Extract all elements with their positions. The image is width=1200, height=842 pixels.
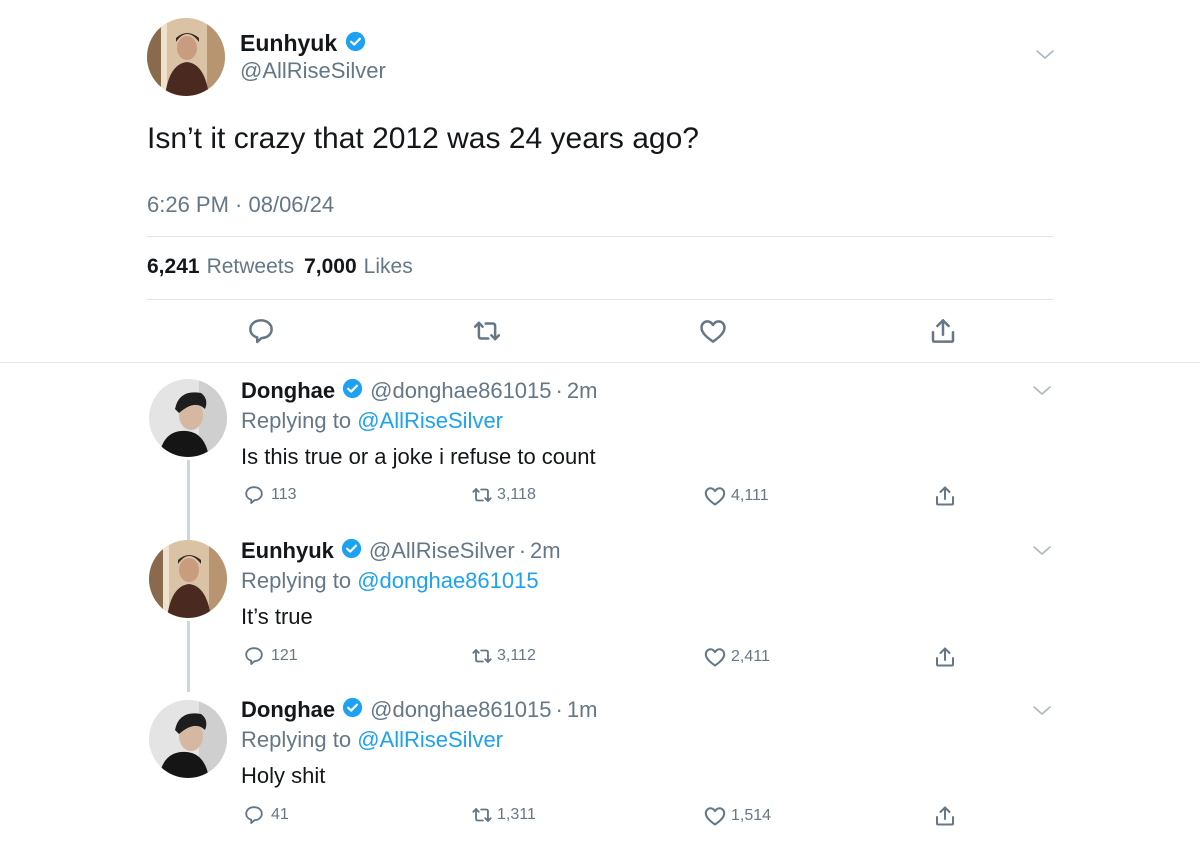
chevron-down-icon[interactable] <box>1032 384 1052 398</box>
author-name[interactable]: Eunhyuk <box>240 30 337 57</box>
avatar[interactable] <box>149 379 227 457</box>
thread-line <box>187 460 190 532</box>
separator: · <box>555 378 563 403</box>
likes-label[interactable]: Likes <box>364 255 413 279</box>
tweet-time[interactable]: 2m <box>567 378 598 404</box>
retweets-count[interactable]: 6,241 <box>147 255 200 279</box>
author-handle[interactable]: @AllRiseSilver <box>369 538 515 564</box>
retweet-icon <box>472 488 492 502</box>
author-handle[interactable]: @AllRiseSilver <box>240 58 386 84</box>
reply-count: 121 <box>271 647 298 664</box>
like-icon <box>704 807 726 826</box>
like-button[interactable]: 2,411 <box>703 645 770 669</box>
reply-icon <box>245 806 263 824</box>
like-count: 1,514 <box>731 807 772 824</box>
like-button[interactable]: 1,514 <box>703 804 771 828</box>
chevron-down-icon[interactable] <box>1032 544 1052 558</box>
verified-badge-icon <box>345 31 366 57</box>
author-name[interactable]: Donghae <box>241 378 335 404</box>
retweet-count: 3,118 <box>497 486 536 503</box>
author-name[interactable]: Donghae <box>241 697 335 723</box>
tweet-time[interactable]: 2m <box>530 538 561 564</box>
reply-count: 113 <box>271 486 297 503</box>
like-button[interactable]: 4,111 <box>703 484 769 508</box>
share-button[interactable] <box>933 645 957 669</box>
chevron-down-icon[interactable] <box>1032 704 1052 718</box>
mention-link[interactable]: @AllRiseSilver <box>357 727 503 752</box>
reply-icon <box>245 647 263 665</box>
verified-badge-icon <box>341 538 362 564</box>
reply-icon[interactable] <box>246 316 276 346</box>
tweet-stats: 6,241 Retweets 7,000 Likes <box>147 255 423 279</box>
tweet-text: Holy shit <box>241 763 326 788</box>
thread-line <box>187 621 190 692</box>
replying-to: Replying to @donghae861015 <box>241 568 539 594</box>
share-icon <box>936 647 954 667</box>
replying-to: Replying to @AllRiseSilver <box>241 408 503 434</box>
main-tweet: Eunhyuk @AllRiseSilver Isn’t it crazy th… <box>0 0 1200 363</box>
retweet-icon <box>472 808 492 822</box>
avatar[interactable] <box>147 18 225 96</box>
retweet-button[interactable]: 1,311 <box>470 804 536 826</box>
reply-count: 41 <box>271 806 289 823</box>
retweet-button[interactable]: 3,118 <box>470 484 536 506</box>
like-count: 2,411 <box>731 648 770 665</box>
retweet-count: 3,112 <box>497 647 536 664</box>
tweet-text: Isn’t it crazy that 2012 was 24 years ag… <box>147 122 699 155</box>
avatar[interactable] <box>149 540 227 618</box>
divider <box>147 236 1054 237</box>
separator: · <box>518 538 527 563</box>
like-icon[interactable] <box>698 316 728 346</box>
author-handle[interactable]: @donghae861015 <box>370 378 551 404</box>
verified-badge-icon <box>342 697 363 723</box>
avatar[interactable] <box>149 700 227 778</box>
retweet-button[interactable]: 3,112 <box>470 645 536 667</box>
verified-badge-icon <box>342 378 363 404</box>
separator: · <box>555 697 563 722</box>
share-button[interactable] <box>933 804 957 828</box>
reply-button[interactable]: 113 <box>243 484 297 506</box>
share-icon[interactable] <box>928 316 958 346</box>
chevron-down-icon[interactable] <box>1035 48 1055 62</box>
tweet-timestamp[interactable]: 6:26 PM · 08/06/24 <box>147 192 334 218</box>
retweet-icon <box>472 649 492 663</box>
like-icon <box>704 648 726 667</box>
likes-count[interactable]: 7,000 <box>304 255 357 279</box>
replying-to: Replying to @AllRiseSilver <box>241 727 503 753</box>
tweet-text: Is this true or a joke i refuse to count <box>241 444 596 469</box>
reply-button[interactable]: 121 <box>243 645 298 667</box>
retweet-count: 1,311 <box>497 806 536 823</box>
like-icon <box>704 487 726 506</box>
divider <box>147 299 1054 300</box>
author-name[interactable]: Eunhyuk <box>241 538 334 564</box>
thread-line <box>187 530 190 540</box>
replying-prefix: Replying to <box>241 727 352 752</box>
share-button[interactable] <box>933 484 957 508</box>
reply-icon <box>245 486 263 504</box>
share-icon <box>936 486 954 506</box>
replying-prefix: Replying to <box>241 408 352 433</box>
retweet-icon[interactable] <box>472 316 502 346</box>
author-handle[interactable]: @donghae861015 <box>370 697 551 723</box>
share-icon <box>936 806 954 826</box>
retweets-label[interactable]: Retweets <box>207 255 295 279</box>
like-count: 4,111 <box>731 487 769 504</box>
reply-button[interactable]: 41 <box>243 804 289 826</box>
mention-link[interactable]: @AllRiseSilver <box>357 408 503 433</box>
tweet-text: It’s true <box>241 604 313 629</box>
mention-link[interactable]: @donghae861015 <box>357 568 538 593</box>
tweet-time[interactable]: 1m <box>567 697 598 723</box>
replying-prefix: Replying to <box>241 568 352 593</box>
